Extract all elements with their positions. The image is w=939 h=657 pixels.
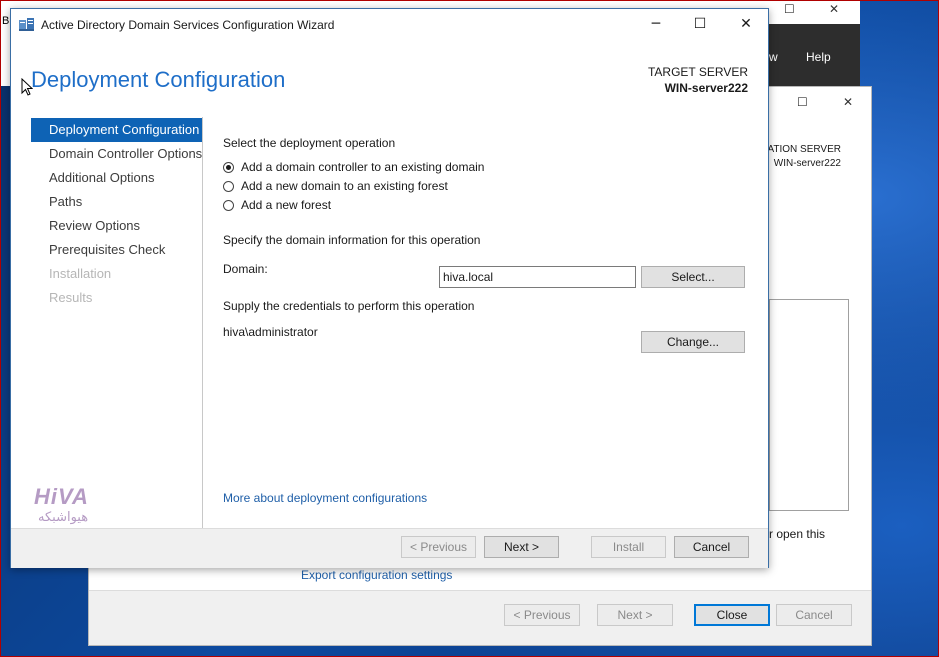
add-roles-target-name: WIN-server222 [773, 158, 841, 169]
domain-label: Domain: [223, 262, 268, 276]
radio-label: Add a domain controller to an existing d… [241, 160, 485, 174]
watermark-logo: HiVA [34, 484, 89, 509]
domain-input[interactable]: hiva.local [439, 266, 636, 288]
radio-add-dc-existing-domain[interactable]: Add a domain controller to an existing d… [223, 158, 484, 176]
select-domain-button[interactable]: Select... [641, 266, 745, 288]
deployment-operation-label: Select the deployment operation [223, 136, 396, 150]
next-button[interactable]: Next > [484, 536, 559, 558]
server-manager-title-initial: B [2, 15, 10, 27]
credentials-label: Supply the credentials to perform this o… [223, 299, 475, 313]
adds-config-wizard-window: Active Directory Domain Services Configu… [10, 8, 769, 568]
add-roles-partial-text: r open this [769, 527, 826, 541]
server-manager-close-icon[interactable]: ✕ [829, 3, 839, 15]
radio-button[interactable] [223, 199, 234, 211]
nav-item-deployment-configuration[interactable]: Deployment Configuration [31, 118, 203, 142]
add-roles-maximize-icon[interactable]: ☐ [797, 96, 808, 108]
wizard-footer: < Previous Next > Install Cancel [11, 528, 768, 568]
export-configuration-link[interactable]: Export configuration settings [301, 568, 452, 582]
nav-item-paths[interactable]: Paths [31, 190, 203, 214]
nav-item-domain-controller-options[interactable]: Domain Controller Options [31, 142, 203, 166]
wizard-content: Select the deployment operation Add a do… [223, 118, 753, 538]
page-title: Deployment Configuration [31, 67, 286, 92]
server-manager-maximize-icon[interactable]: ☐ [784, 3, 795, 15]
add-roles-footer: < Previous Next > Close Cancel [89, 590, 871, 645]
domain-info-label: Specify the domain information for this … [223, 233, 481, 247]
watermark-logo-subtitle: هیواشبکه [38, 510, 89, 525]
nav-item-installation: Installation [49, 266, 112, 281]
credentials-value: hiva\administrator [223, 325, 318, 339]
target-server-label: TARGET SERVER [647, 65, 748, 79]
nav-divider [202, 117, 203, 529]
target-server-name: WIN-server222 [664, 81, 748, 95]
nav-item-prerequisites-check[interactable]: Prerequisites Check [31, 238, 203, 262]
wizard-title: Active Directory Domain Services Configu… [41, 18, 335, 32]
add-roles-cancel-button[interactable]: Cancel [776, 604, 852, 626]
change-credentials-button[interactable]: Change... [641, 331, 745, 353]
close-icon[interactable]: ✕ [723, 9, 769, 39]
mouse-cursor-icon [21, 78, 33, 96]
nav-item-review-options[interactable]: Review Options [31, 214, 203, 238]
add-roles-next-button[interactable]: Next > [597, 604, 673, 626]
wizard-nav: Deployment Configuration Domain Controll… [31, 118, 203, 310]
maximize-icon[interactable]: ☐ [677, 9, 723, 39]
radio-button-checked[interactable] [223, 161, 234, 173]
radio-button[interactable] [223, 180, 234, 192]
nav-item-results: Results [49, 290, 93, 305]
previous-button[interactable]: < Previous [401, 536, 476, 558]
add-roles-close-icon[interactable]: ✕ [843, 96, 853, 108]
add-roles-target-server: NATION SERVER WIN-server222 [760, 143, 841, 171]
wizard-titlebar: Active Directory Domain Services Configu… [11, 9, 768, 39]
add-roles-results-box [769, 299, 849, 511]
radio-label: Add a new domain to an existing forest [241, 179, 448, 193]
ad-domain-services-icon [19, 18, 34, 31]
install-button[interactable]: Install [591, 536, 666, 558]
radio-add-domain-existing-forest[interactable]: Add a new domain to an existing forest [223, 177, 448, 195]
radio-label: Add a new forest [241, 198, 332, 212]
server-manager-menu-view[interactable]: w [769, 50, 778, 64]
add-roles-previous-button[interactable]: < Previous [504, 604, 580, 626]
add-roles-target-label: NATION SERVER [760, 144, 841, 155]
nav-item-additional-options[interactable]: Additional Options [31, 166, 203, 190]
cancel-button[interactable]: Cancel [674, 536, 749, 558]
radio-add-new-forest[interactable]: Add a new forest [223, 196, 331, 214]
add-roles-close-button[interactable]: Close [694, 604, 770, 626]
more-about-deployment-link[interactable]: More about deployment configurations [223, 491, 427, 505]
server-manager-menu-help[interactable]: Help [806, 50, 831, 64]
minimize-icon[interactable]: ─ [633, 9, 679, 39]
target-server: TARGET SERVER WIN-server222 [648, 64, 748, 96]
